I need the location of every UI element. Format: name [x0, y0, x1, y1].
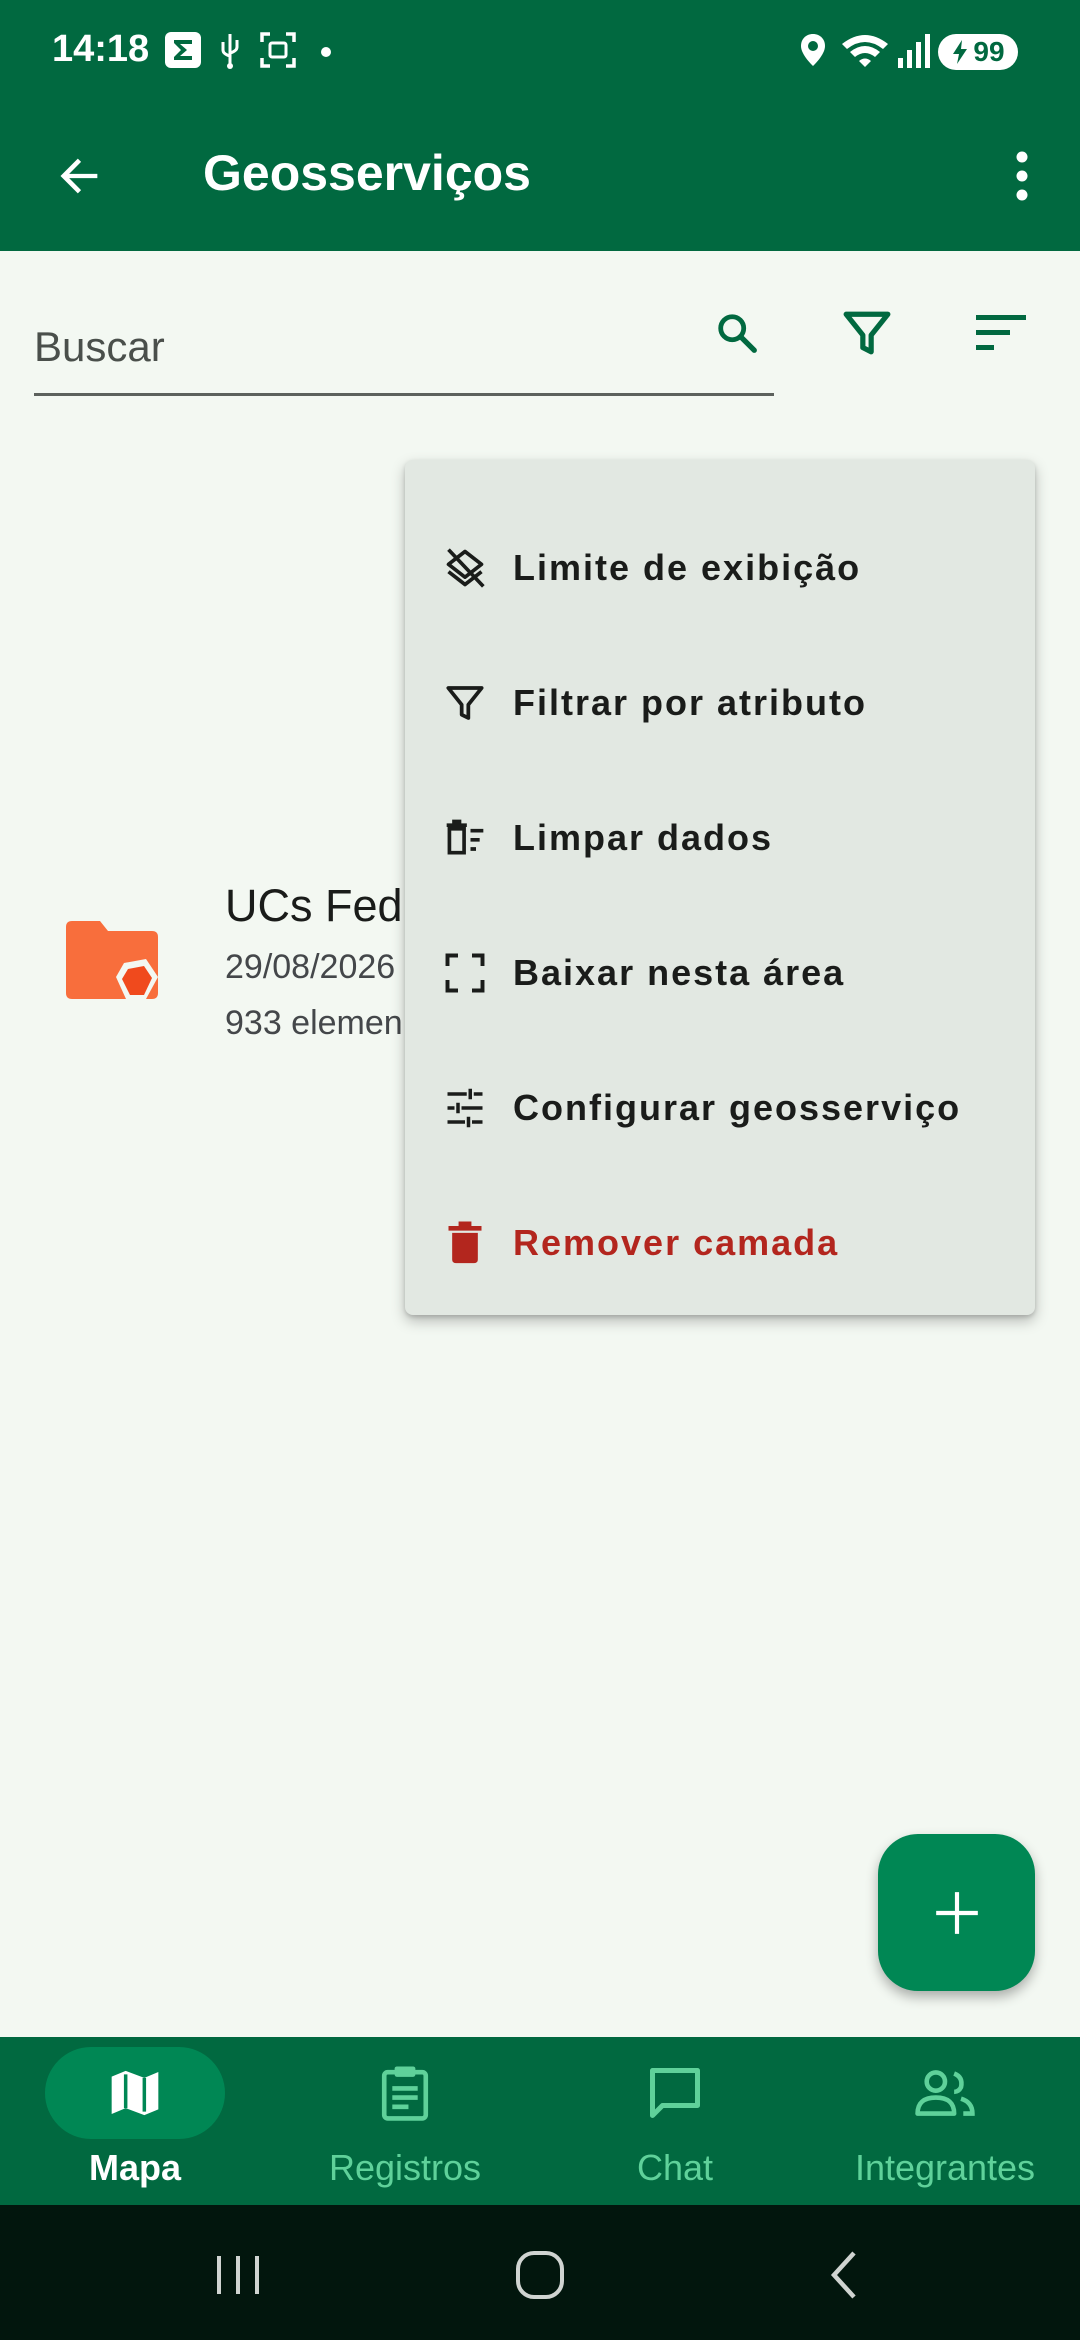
menu-item-label: Filtrar por atributo: [513, 681, 867, 723]
nav-pill: [855, 2047, 1035, 2139]
nav-item-members[interactable]: Integrantes: [810, 2037, 1080, 2205]
home-button[interactable]: [500, 2235, 580, 2315]
menu-item-download-area[interactable]: Baixar nesta área: [405, 905, 1035, 1040]
back-chevron-icon: [830, 2251, 856, 2299]
usb-icon: [221, 34, 239, 69]
system-back-button[interactable]: [804, 2235, 884, 2315]
people-icon: [915, 2070, 975, 2116]
back-button[interactable]: [40, 140, 120, 212]
recents-icon: [217, 2256, 259, 2294]
filter-button[interactable]: [830, 296, 904, 370]
sort-icon: [976, 315, 1026, 350]
signal-icon: [898, 34, 930, 68]
crop-free-icon: [441, 949, 489, 997]
nav-label: Chat: [636, 2147, 714, 2188]
item-title: UCs Fed: [225, 880, 403, 931]
search-input[interactable]: [34, 300, 774, 396]
folder-icon: [66, 921, 158, 999]
menu-item-display-limit[interactable]: Limite de exibição: [405, 500, 1035, 635]
status-bar: 14:18 99: [0, 0, 1080, 100]
page-title: Geosserviços: [203, 145, 531, 201]
menu-item-configure-geoservice[interactable]: Configurar geosserviço: [405, 1040, 1035, 1175]
nav-label: Mapa: [88, 2147, 182, 2188]
battery-level: 99: [973, 36, 1005, 67]
chat-icon: [650, 2068, 700, 2118]
tune-icon: [441, 1084, 489, 1132]
nav-pill: [315, 2047, 495, 2139]
filter-icon: [441, 679, 489, 727]
status-time: 14:18: [52, 28, 150, 70]
more-options-button[interactable]: [986, 140, 1058, 212]
nav-item-chat[interactable]: Chat: [540, 2037, 810, 2205]
screenshot-icon: [260, 32, 296, 68]
sigma-app-icon: [165, 32, 201, 68]
search-icon: [718, 314, 757, 353]
menu-item-label: Limite de exibição: [513, 546, 862, 588]
menu-item-clear-data[interactable]: Limpar dados: [405, 770, 1035, 905]
menu-item-filter-attribute[interactable]: Filtrar por atributo: [405, 635, 1035, 770]
item-date: 29/08/2026: [225, 948, 396, 986]
overflow-menu: Limite de exibição Filtrar por atributo …: [405, 460, 1035, 1315]
home-icon: [516, 2251, 564, 2299]
nav-pill: [585, 2047, 765, 2139]
top-app-bar: 14:18 99 Geosserviços: [0, 0, 1080, 251]
plus-icon: [935, 1891, 978, 1934]
arrow-back-icon: [60, 158, 98, 194]
search-button[interactable]: [700, 296, 774, 370]
system-nav-bar: [0, 2205, 1080, 2340]
delete-sweep-icon: [441, 814, 489, 862]
menu-item-label: Remover camada: [513, 1221, 840, 1263]
charging-icon: [953, 40, 968, 64]
menu-item-remove-layer[interactable]: Remover camada: [405, 1175, 1035, 1310]
nav-item-map[interactable]: Mapa: [0, 2037, 270, 2205]
trash-icon: [441, 1219, 489, 1267]
nav-label: Integrantes: [854, 2147, 1036, 2188]
bottom-navigation: Mapa Registros Chat Integrantes: [0, 2037, 1080, 2205]
filter-icon: [843, 311, 891, 355]
nav-pill: [45, 2047, 225, 2139]
nav-item-records[interactable]: Registros: [270, 2037, 540, 2205]
nav-label: Registros: [328, 2147, 482, 2188]
add-fab[interactable]: [878, 1834, 1035, 1991]
layers-off-icon: [441, 544, 489, 592]
item-count: 933 elemen: [225, 1004, 403, 1042]
sort-button[interactable]: [964, 296, 1038, 370]
menu-item-label: Limpar dados: [513, 816, 774, 858]
map-icon: [111, 2070, 159, 2116]
menu-item-label: Baixar nesta área: [513, 951, 846, 993]
clipboard-icon: [381, 2066, 429, 2121]
wifi-icon: [842, 35, 888, 67]
battery-indicator: 99: [938, 34, 1018, 70]
recent-apps-button[interactable]: [198, 2235, 278, 2315]
dot-icon: [321, 47, 331, 57]
more-vert-icon: [1016, 151, 1028, 201]
location-icon: [801, 34, 825, 66]
menu-item-label: Configurar geosserviço: [513, 1086, 962, 1128]
